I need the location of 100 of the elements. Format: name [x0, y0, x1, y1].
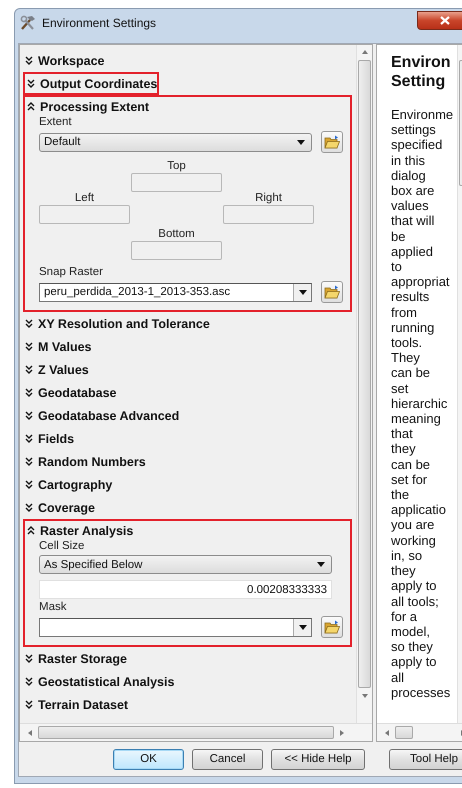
section-header[interactable]: Geodatabase	[38, 386, 117, 400]
browse-button[interactable]	[321, 616, 343, 638]
collapse-chevron-icon[interactable]	[27, 526, 35, 535]
expand-chevron-icon[interactable]	[25, 56, 33, 65]
vertical-scrollbar[interactable]	[356, 45, 372, 723]
expand-chevron-icon[interactable]	[25, 388, 33, 397]
horizontal-scrollbar[interactable]	[377, 723, 462, 741]
dropdown[interactable]: As Specified Below	[39, 555, 332, 574]
section-header[interactable]: Output Coordinates	[40, 76, 158, 90]
input-field[interactable]	[223, 205, 314, 224]
scroll-thumb[interactable]	[38, 726, 334, 739]
folder-icon	[324, 285, 340, 299]
scroll-thumb[interactable]	[395, 726, 413, 739]
expand-chevron-icon[interactable]	[25, 700, 33, 709]
section-header[interactable]: XY Resolution and Tolerance	[38, 316, 210, 330]
help-text: set	[391, 380, 410, 396]
dialog-button[interactable]: Cancel	[192, 748, 263, 770]
expand-chevron-icon[interactable]	[25, 503, 33, 512]
help-text: dialog	[391, 168, 427, 184]
tools-icon	[19, 15, 37, 31]
section-header[interactable]: Geodatabase Advanced	[38, 408, 180, 422]
scroll-arrow-icon[interactable]	[362, 50, 368, 54]
section-header[interactable]: Z Values	[38, 362, 89, 376]
section-header[interactable]: Coverage	[38, 500, 95, 514]
help-text: running	[391, 320, 436, 336]
combo-box[interactable]	[39, 618, 312, 636]
input-field[interactable]	[131, 241, 222, 260]
help-text: all	[391, 670, 406, 685]
expand-chevron-icon[interactable]	[25, 319, 33, 328]
field-label: Top	[166, 160, 187, 173]
help-text: processes	[391, 684, 452, 700]
section-header[interactable]: Cartography	[38, 478, 112, 492]
help-heading: Environ	[391, 53, 452, 72]
help-text: for a	[391, 608, 418, 624]
section-header[interactable]: Geostatistical Analysis	[38, 674, 174, 688]
help-text: that	[391, 426, 414, 442]
browse-button[interactable]	[321, 281, 343, 303]
expand-chevron-icon[interactable]	[25, 411, 33, 420]
help-heading: Setting	[391, 72, 446, 91]
help-text: to	[391, 259, 403, 274]
help-text: that will	[391, 213, 436, 229]
section-header[interactable]: Random Numbers	[38, 454, 146, 468]
help-text: applied	[391, 244, 434, 260]
dialog-button[interactable]: OK	[113, 748, 184, 770]
field-label: Bottom	[157, 228, 196, 241]
help-text: tools.	[391, 335, 424, 350]
dropdown-arrow-icon	[298, 624, 306, 630]
collapse-chevron-icon[interactable]	[27, 102, 35, 111]
expand-chevron-icon[interactable]	[25, 677, 33, 686]
scroll-arrow-icon[interactable]	[28, 730, 32, 736]
scroll-arrow-icon[interactable]	[385, 730, 389, 736]
folder-icon	[324, 620, 340, 634]
help-text: specified	[391, 137, 444, 153]
scroll-arrow-icon[interactable]	[340, 730, 344, 736]
expand-chevron-icon[interactable]	[27, 79, 35, 88]
expand-chevron-icon[interactable]	[25, 480, 33, 489]
help-text: they	[391, 563, 417, 578]
help-text: They	[391, 350, 421, 366]
help-text: they	[391, 441, 417, 457]
field-label: Cell Size	[39, 540, 86, 553]
scroll-thumb[interactable]	[358, 60, 371, 688]
expand-chevron-icon[interactable]	[25, 342, 33, 351]
dialog-button[interactable]: << Hide Help	[271, 748, 365, 770]
close-icon	[440, 16, 450, 25]
expand-chevron-icon[interactable]	[25, 365, 33, 374]
help-text: in this	[391, 152, 426, 168]
section-header[interactable]: Terrain Dataset	[38, 698, 128, 712]
section-header[interactable]: Workspace	[38, 54, 104, 68]
section-header[interactable]: Processing Extent	[40, 100, 150, 114]
section-header[interactable]: M Values	[38, 340, 92, 354]
scroll-arrow-icon[interactable]	[362, 694, 368, 698]
expand-chevron-icon[interactable]	[25, 457, 33, 466]
help-text: working	[391, 532, 437, 548]
help-text: from	[391, 304, 418, 320]
help-text: so they	[391, 639, 434, 654]
help-text: the	[391, 487, 410, 502]
browse-button[interactable]	[321, 131, 343, 153]
help-text: can be	[391, 456, 432, 472]
horizontal-scrollbar[interactable]	[20, 723, 372, 741]
close-button[interactable]	[417, 11, 462, 30]
combo-box[interactable]: peru_perdida_2013-1_2013-353.asc	[39, 282, 312, 302]
dropdown-arrow-icon	[298, 290, 306, 294]
input-field[interactable]	[39, 205, 130, 224]
section-header[interactable]: Raster Analysis	[40, 524, 134, 538]
field-label: Snap Raster	[39, 266, 104, 279]
section-header[interactable]: Raster Storage	[38, 652, 127, 666]
help-text: you are	[391, 517, 436, 533]
number-field[interactable]: 0.00208333333	[39, 580, 332, 599]
dropdown[interactable]: Default	[39, 132, 312, 152]
help-text: model,	[391, 624, 432, 640]
field-label: Left	[74, 192, 96, 205]
help-text: applicatio	[391, 502, 447, 518]
help-text: results	[391, 289, 430, 305]
input-field[interactable]	[131, 173, 222, 192]
expand-chevron-icon[interactable]	[25, 434, 33, 443]
tool-help-button[interactable]: Tool Help	[389, 748, 462, 770]
section-header[interactable]: Fields	[38, 432, 74, 446]
help-text: all tools;	[391, 594, 440, 609]
expand-chevron-icon[interactable]	[25, 654, 33, 663]
field-label: Right	[254, 192, 283, 205]
